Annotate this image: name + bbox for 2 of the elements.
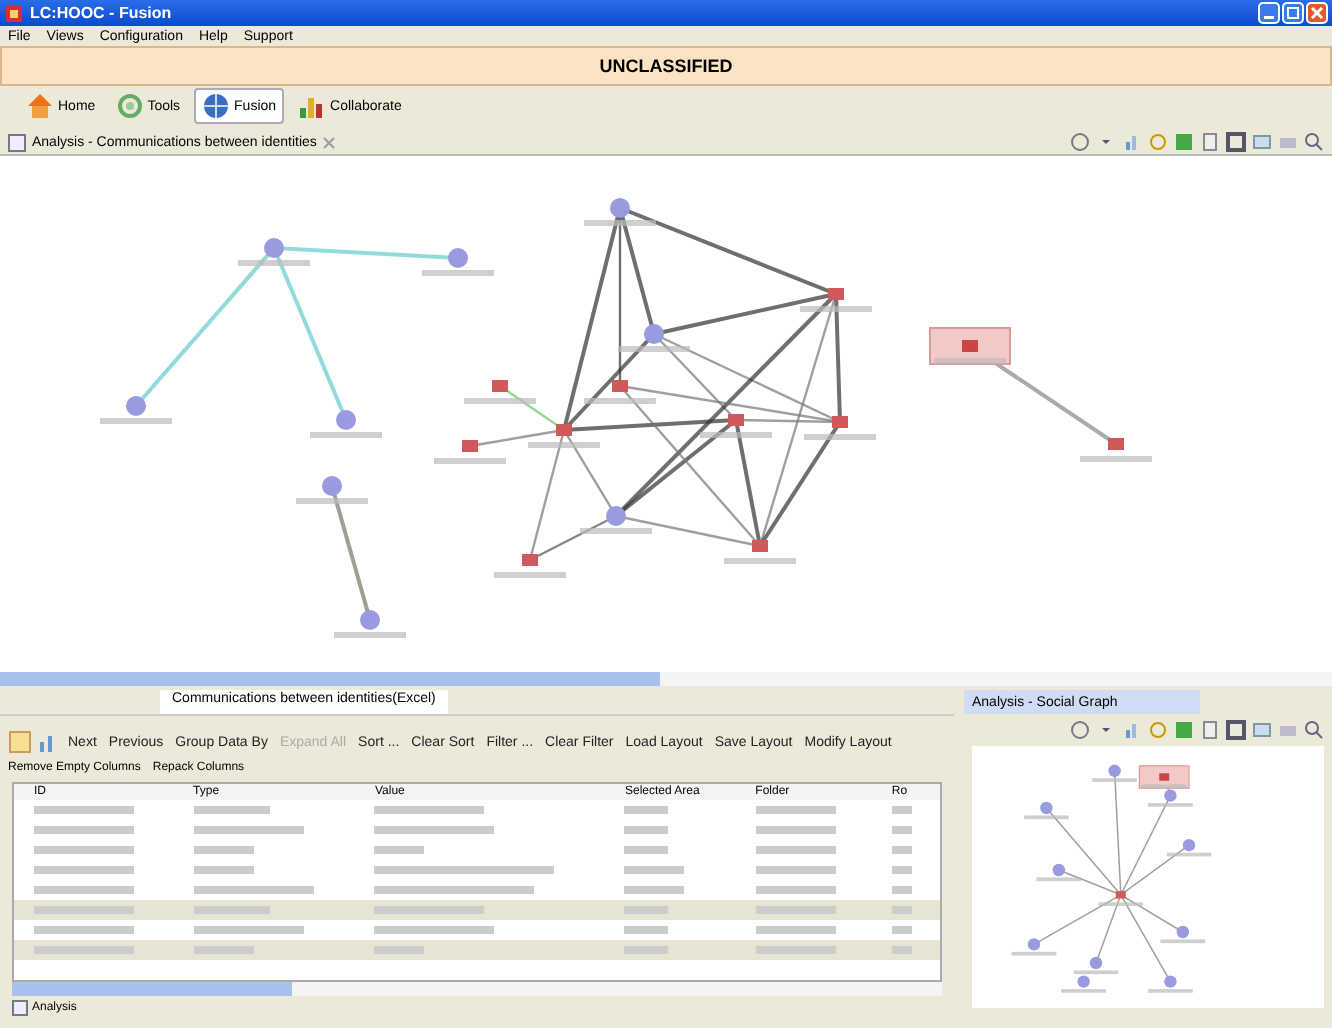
classification-banner: UNCLASSIFIED: [0, 46, 1332, 86]
window-title: LC:HOOC - Fusion: [30, 4, 174, 22]
